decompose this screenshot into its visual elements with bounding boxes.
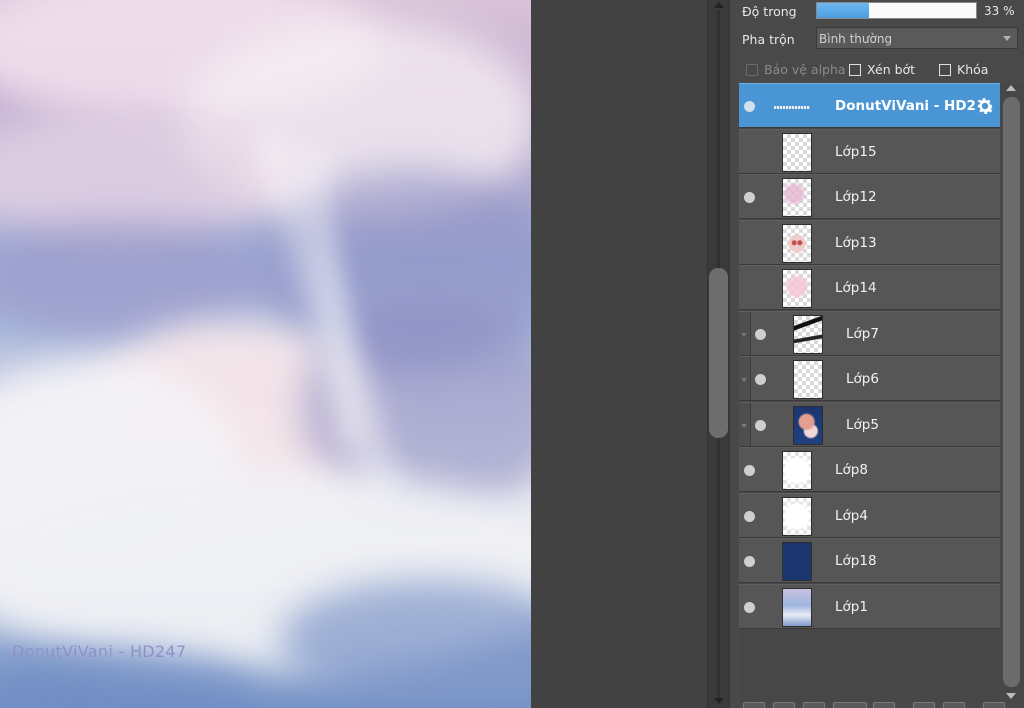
layer-name: Lớp1 bbox=[835, 598, 868, 615]
chevron-down-icon[interactable] bbox=[741, 332, 747, 337]
visibility-toggle-icon[interactable] bbox=[755, 328, 766, 340]
layer-row[interactable]: Lớp4 bbox=[739, 492, 1000, 538]
layer-name: Lớp14 bbox=[835, 280, 877, 296]
visibility-toggle-icon[interactable] bbox=[744, 192, 755, 203]
lock-checkbox[interactable]: Khóa bbox=[939, 62, 988, 77]
opacity-slider-fill bbox=[817, 3, 870, 18]
layer-list[interactable]: DonutViVani - HD2 Lớp15 Lớp12 Lớp13 Lớp14 Lớp… bbox=[739, 83, 1001, 703]
scroll-down-arrow-icon[interactable] bbox=[1006, 693, 1016, 699]
canvas-vertical-scrollbar[interactable] bbox=[707, 0, 729, 708]
new-folder-button[interactable] bbox=[773, 702, 795, 708]
blend-mode-value: Bình thường bbox=[819, 32, 893, 46]
layer-list-scrollbar[interactable] bbox=[1001, 83, 1024, 703]
layer-row[interactable]: Lớp5 bbox=[739, 401, 1000, 447]
visibility-toggle-icon[interactable] bbox=[755, 419, 766, 431]
group-indent bbox=[739, 357, 751, 400]
layer-thumbnail bbox=[782, 451, 812, 490]
checkbox-box bbox=[849, 63, 861, 76]
layer-row[interactable]: DonutViVani - HD2 bbox=[739, 83, 1000, 128]
layer-thumbnail bbox=[782, 269, 812, 308]
visibility-toggle-icon[interactable] bbox=[744, 601, 755, 613]
layer-name: Lớp15 bbox=[835, 143, 877, 160]
blend-mode-label: Pha trộn bbox=[742, 32, 795, 47]
group-indent bbox=[739, 311, 751, 355]
blend-mode-select[interactable]: Bình thường bbox=[816, 27, 1018, 49]
scrollbar-thumb[interactable] bbox=[1003, 97, 1020, 687]
layer-effects-button[interactable] bbox=[913, 702, 935, 708]
layer-thumbnail bbox=[793, 360, 823, 399]
layer-row[interactable]: Lớp15 bbox=[739, 128, 1000, 174]
layer-thumbnail bbox=[782, 496, 812, 536]
scroll-down-arrow-icon[interactable] bbox=[714, 698, 724, 704]
scroll-up-arrow-icon[interactable] bbox=[1006, 85, 1016, 91]
checkbox-label: Khóa bbox=[957, 62, 989, 77]
protect-alpha-checkbox[interactable]: Bảo vệ alpha bbox=[746, 62, 846, 77]
chevron-down-icon bbox=[1003, 36, 1011, 41]
watermark-text: DonutViVani - HD247 bbox=[12, 642, 187, 661]
layer-name: Lớp18 bbox=[835, 553, 877, 569]
drawing-canvas[interactable]: DonutViVani - HD247 bbox=[0, 0, 531, 708]
clipping-checkbox[interactable]: Xén bớt bbox=[849, 62, 915, 77]
layer-row[interactable]: Lớp12 bbox=[739, 174, 1000, 219]
visibility-toggle-icon[interactable] bbox=[744, 101, 755, 112]
gear-icon[interactable] bbox=[974, 95, 996, 117]
checkbox-label: Bảo vệ alpha bbox=[764, 62, 846, 77]
layer-row[interactable]: Lớp18 bbox=[739, 538, 1000, 583]
layer-thumbnail bbox=[782, 542, 812, 581]
duplicate-layer-button[interactable] bbox=[803, 702, 825, 708]
chevron-down-icon[interactable] bbox=[741, 423, 747, 428]
layer-row[interactable]: Lớp7 bbox=[739, 310, 1000, 356]
layer-row[interactable]: Lớp6 bbox=[739, 356, 1000, 401]
visibility-toggle-icon[interactable] bbox=[744, 556, 755, 567]
layer-name: Lớp5 bbox=[846, 416, 879, 433]
layer-thumbnail bbox=[782, 132, 812, 172]
visibility-toggle-icon[interactable] bbox=[744, 465, 755, 476]
opacity-label: Độ trong bbox=[742, 4, 797, 19]
layer-row[interactable]: Lớp8 bbox=[739, 447, 1000, 492]
delete-layer-button[interactable] bbox=[983, 702, 1005, 708]
workspace-area bbox=[531, 0, 707, 708]
chevron-down-icon[interactable] bbox=[741, 378, 747, 382]
layer-name: Lớp12 bbox=[835, 189, 877, 205]
layer-row[interactable]: Lớp14 bbox=[739, 265, 1000, 310]
checkbox-box bbox=[939, 63, 951, 76]
layer-name: Lớp7 bbox=[846, 325, 879, 342]
layer-name: Lớp8 bbox=[835, 462, 868, 478]
layer-row[interactable]: Lớp1 bbox=[739, 583, 1000, 629]
layer-thumbnail bbox=[793, 405, 823, 445]
layer-toolbar bbox=[739, 702, 1024, 708]
layer-name: Lớp6 bbox=[846, 371, 879, 387]
opacity-value: 33 % bbox=[984, 4, 1015, 18]
checkbox-box bbox=[746, 63, 758, 76]
layer-name: Lớp4 bbox=[835, 507, 868, 524]
layers-panel: Độ trong 33 % Pha trộn Bình thường Bảo v… bbox=[729, 0, 1024, 708]
layer-name: Lớp13 bbox=[835, 234, 877, 251]
layer-name: DonutViVani - HD2 bbox=[835, 98, 976, 114]
visibility-toggle-icon[interactable] bbox=[744, 510, 755, 522]
layer-thumbnail bbox=[769, 87, 813, 126]
visibility-toggle-icon[interactable] bbox=[755, 374, 766, 385]
merge-layer-button[interactable] bbox=[833, 702, 867, 708]
layer-thumbnail bbox=[782, 223, 812, 263]
layer-mask-button[interactable] bbox=[943, 702, 965, 708]
opacity-slider[interactable] bbox=[816, 2, 977, 19]
layer-thumbnail bbox=[793, 314, 823, 354]
layer-row[interactable]: Lớp13 bbox=[739, 219, 1000, 265]
layer-thumbnail bbox=[782, 178, 812, 217]
group-indent bbox=[739, 402, 751, 446]
new-layer-button[interactable] bbox=[743, 702, 765, 708]
scroll-up-arrow-icon[interactable] bbox=[714, 2, 724, 8]
clear-layer-button[interactable] bbox=[873, 702, 895, 708]
scrollbar-thumb[interactable] bbox=[709, 268, 728, 438]
checkbox-label: Xén bớt bbox=[867, 62, 916, 77]
layer-thumbnail bbox=[782, 587, 812, 627]
